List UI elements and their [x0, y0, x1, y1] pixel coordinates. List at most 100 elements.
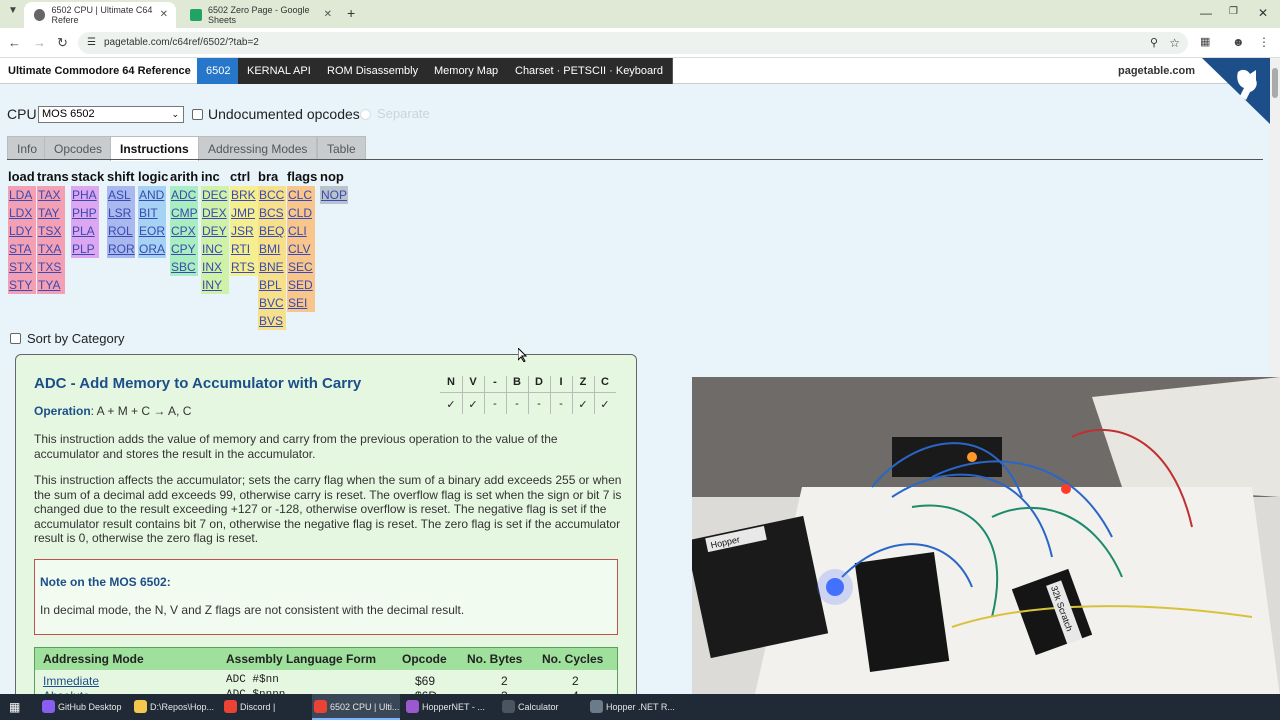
opcode-link-sec[interactable]: SEC — [287, 258, 315, 276]
restore-icon[interactable]: ❐ — [1229, 6, 1238, 17]
opcode-link-txs[interactable]: TXS — [37, 258, 65, 276]
nav-6502[interactable]: 6502 — [197, 58, 241, 84]
nav-memory-map[interactable]: Memory Map — [425, 58, 509, 84]
close-tab-icon[interactable]: ✕ — [324, 9, 332, 20]
tab-opcodes[interactable]: Opcodes — [44, 136, 113, 160]
taskbar-item[interactable]: HopperNET - ... — [404, 694, 492, 720]
opcode-link-bne[interactable]: BNE — [258, 258, 286, 276]
cpu-select[interactable]: MOS 6502 ⌄ — [38, 106, 184, 123]
reload-icon[interactable]: ↻ — [57, 35, 68, 51]
new-tab-button[interactable]: + — [347, 5, 355, 21]
opcode-link-clc[interactable]: CLC — [287, 186, 315, 204]
tab-table[interactable]: Table — [317, 136, 366, 160]
opcode-link-inx[interactable]: INX — [201, 258, 229, 276]
nav-kernal-api[interactable]: KERNAL API — [238, 58, 321, 84]
opcode-link-stx[interactable]: STX — [8, 258, 36, 276]
opcode-link-adc[interactable]: ADC — [170, 186, 198, 204]
opcode-link-iny[interactable]: INY — [201, 276, 229, 294]
extensions-icon[interactable]: ▦ — [1200, 35, 1210, 48]
opcode-link-bit[interactable]: BIT — [138, 204, 166, 222]
menu-icon[interactable]: ⋮ — [1258, 35, 1270, 49]
github-corner-icon[interactable] — [1202, 58, 1270, 124]
opcode-link-cmp[interactable]: CMP — [170, 204, 198, 222]
site-info-icon[interactable]: ☰ — [87, 32, 96, 54]
opcode-link-and[interactable]: AND — [138, 186, 166, 204]
tab-instructions[interactable]: Instructions — [110, 136, 199, 161]
bookmark-star-icon[interactable]: ☆ — [1169, 32, 1180, 54]
opcode-link-sta[interactable]: STA — [8, 240, 36, 258]
opcode-link-bcs[interactable]: BCS — [258, 204, 286, 222]
opcode-link-dey[interactable]: DEY — [201, 222, 229, 240]
opcode-link-pla[interactable]: PLA — [71, 222, 99, 240]
undocumented-checkbox[interactable] — [192, 109, 203, 120]
opcode-link-php[interactable]: PHP — [71, 204, 99, 222]
opcode-link-ora[interactable]: ORA — [138, 240, 166, 258]
opcode-link-eor[interactable]: EOR — [138, 222, 166, 240]
opcode-link-tsx[interactable]: TSX — [37, 222, 65, 240]
separate-checkbox[interactable] — [360, 109, 371, 120]
opcode-link-lsr[interactable]: LSR — [107, 204, 135, 222]
opcode-link-sed[interactable]: SED — [287, 276, 315, 294]
opcode-link-cld[interactable]: CLD — [287, 204, 315, 222]
opcode-link-inc[interactable]: INC — [201, 240, 229, 258]
sort-checkbox[interactable] — [10, 333, 21, 344]
taskbar-item[interactable]: GitHub Desktop — [40, 694, 128, 720]
opcode-link-lda[interactable]: LDA — [8, 186, 36, 204]
browser-tab[interactable]: 6502 Zero Page - Google Sheets ✕ — [180, 2, 340, 28]
opcode-link-tya[interactable]: TYA — [37, 276, 65, 294]
opcode-link-asl[interactable]: ASL — [107, 186, 135, 204]
opcode-link-dec[interactable]: DEC — [201, 186, 229, 204]
opcode-link-jsr[interactable]: JSR — [230, 222, 258, 240]
nav-rom-disassembly[interactable]: ROM Disassembly — [318, 58, 429, 84]
opcode-link-sbc[interactable]: SBC — [170, 258, 198, 276]
opcode-link-bcc[interactable]: BCC — [258, 186, 286, 204]
opcode-link-bpl[interactable]: BPL — [258, 276, 286, 294]
opcode-link-sty[interactable]: STY — [8, 276, 36, 294]
scrollbar-thumb[interactable] — [1272, 68, 1278, 98]
taskbar-item[interactable]: D:\Repos\Hop... — [132, 694, 220, 720]
opcode-link-bmi[interactable]: BMI — [258, 240, 286, 258]
mode-link[interactable]: Immediate — [43, 674, 99, 688]
opcode-link-bvc[interactable]: BVC — [258, 294, 286, 312]
taskbar-item[interactable]: Discord | #6502... — [222, 694, 310, 720]
opcode-link-nop[interactable]: NOP — [320, 186, 348, 204]
opcode-link-dex[interactable]: DEX — [201, 204, 229, 222]
opcode-link-tay[interactable]: TAY — [37, 204, 65, 222]
close-tab-icon[interactable]: ✕ — [160, 9, 168, 20]
taskbar-item[interactable]: Hopper .NET R... — [588, 694, 676, 720]
tab-addressing-modes[interactable]: Addressing Modes — [198, 136, 318, 160]
windows-start-icon[interactable]: ▦ — [9, 700, 23, 714]
opcode-link-ror[interactable]: ROR — [107, 240, 135, 258]
opcode-link-beq[interactable]: BEQ — [258, 222, 286, 240]
url-input[interactable]: ☰ pagetable.com/c64ref/6502/?tab=2 ⚲ ☆ — [78, 32, 1188, 54]
opcode-link-cpx[interactable]: CPX — [170, 222, 198, 240]
browser-tab-active[interactable]: 6502 CPU | Ultimate C64 Refere ✕ — [24, 2, 176, 28]
profile-avatar-icon[interactable]: ☻ — [1232, 35, 1245, 49]
close-window-icon[interactable]: ✕ — [1258, 6, 1268, 20]
taskbar-item[interactable]: Calculator — [500, 694, 588, 720]
opcode-link-rti[interactable]: RTI — [230, 240, 258, 258]
opcode-link-plp[interactable]: PLP — [71, 240, 99, 258]
site-host-link[interactable]: pagetable.com — [1118, 58, 1195, 84]
opcode-link-cpy[interactable]: CPY — [170, 240, 198, 258]
opcode-link-rts[interactable]: RTS — [230, 258, 258, 276]
minimize-icon[interactable]: — — [1200, 6, 1212, 20]
opcode-link-bvs[interactable]: BVS — [258, 312, 286, 330]
taskbar-item[interactable]: 6502 CPU | Ulti... — [312, 694, 400, 720]
opcode-link-tax[interactable]: TAX — [37, 186, 65, 204]
opcode-link-cli[interactable]: CLI — [287, 222, 315, 240]
opcode-link-pha[interactable]: PHA — [71, 186, 99, 204]
opcode-link-txa[interactable]: TXA — [37, 240, 65, 258]
tab-info[interactable]: Info — [7, 136, 48, 160]
back-icon[interactable]: ← — [8, 35, 21, 50]
opcode-link-ldy[interactable]: LDY — [8, 222, 36, 240]
opcode-link-rol[interactable]: ROL — [107, 222, 135, 240]
opcode-link-ldx[interactable]: LDX — [8, 204, 36, 222]
nav-charset[interactable]: Charset · PETSCII · Keyboard — [506, 58, 673, 84]
opcode-link-clv[interactable]: CLV — [287, 240, 315, 258]
forward-icon[interactable]: → — [33, 35, 46, 50]
opcode-link-sei[interactable]: SEI — [287, 294, 315, 312]
tab-search-icon[interactable]: ▼ — [8, 5, 18, 16]
site-title[interactable]: Ultimate Commodore 64 Reference — [8, 58, 191, 84]
opcode-link-jmp[interactable]: JMP — [230, 204, 258, 222]
